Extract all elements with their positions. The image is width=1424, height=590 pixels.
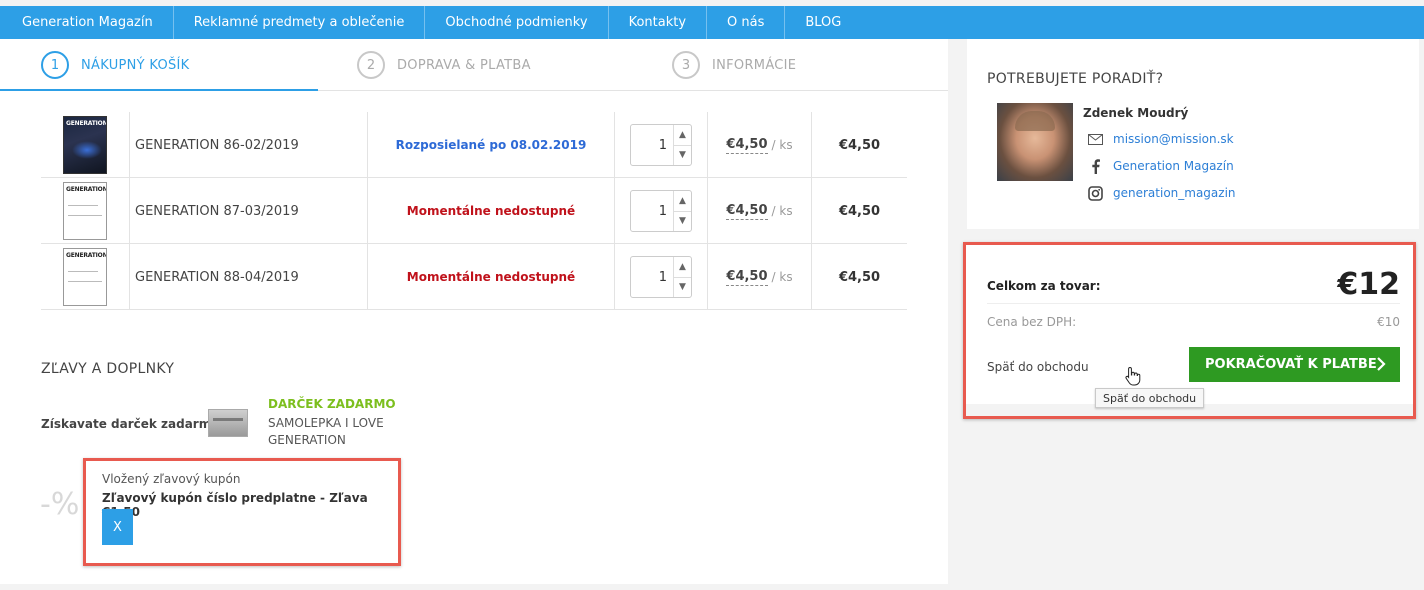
quantity-value[interactable]: 1 bbox=[631, 125, 673, 165]
step-number: 3 bbox=[672, 51, 700, 79]
mail-icon bbox=[1087, 131, 1103, 147]
contact-email[interactable]: mission@mission.sk bbox=[1087, 131, 1234, 147]
step-shipping[interactable]: 2 DOPRAVA & PLATBA bbox=[357, 51, 531, 79]
continue-to-payment-button[interactable]: POKRAČOVAŤ K PLATBE bbox=[1189, 347, 1400, 382]
product-name[interactable]: GENERATION 87-03/2019 bbox=[129, 178, 367, 244]
nav-item-kontakty[interactable]: Kontakty bbox=[609, 6, 708, 39]
step-information[interactable]: 3 INFORMÁCIE bbox=[672, 51, 796, 79]
unit-price-value: €4,50 bbox=[726, 202, 768, 220]
gift-sticker-image bbox=[208, 409, 248, 437]
unit-price: €4,50 / ks bbox=[707, 112, 811, 178]
chevron-up-icon[interactable]: ▲ bbox=[674, 257, 691, 278]
total-label: Celkom za tovar: bbox=[987, 279, 1101, 293]
advice-heading: POTREBUJETE PORADIŤ? bbox=[987, 71, 1164, 87]
product-name[interactable]: GENERATION 86-02/2019 bbox=[129, 112, 367, 178]
step-number: 2 bbox=[357, 51, 385, 79]
step-label: INFORMÁCIE bbox=[712, 57, 797, 73]
chevron-up-icon[interactable]: ▲ bbox=[674, 125, 691, 146]
instagram-icon bbox=[1087, 185, 1103, 201]
contact-facebook[interactable]: Generation Magazín bbox=[1087, 158, 1234, 174]
row-total: €4,50 bbox=[811, 112, 907, 178]
magazine-cover-image[interactable]: GENERATION bbox=[63, 248, 107, 306]
total-value: €12 bbox=[1337, 267, 1400, 302]
nav-item-obchodne-podmienky[interactable]: Obchodné podmienky bbox=[425, 6, 609, 39]
step-number: 1 bbox=[41, 51, 69, 79]
contact-name: Zdenek Moudrý bbox=[1083, 106, 1189, 120]
net-price-value: €10 bbox=[1377, 315, 1400, 329]
back-to-shop-link[interactable]: Späť do obchodu bbox=[987, 360, 1089, 374]
unit-price-value: €4,50 bbox=[726, 268, 768, 286]
contact-email-text[interactable]: mission@mission.sk bbox=[1113, 132, 1234, 146]
active-step-underline bbox=[0, 89, 318, 91]
availability-status: Momentálne nedostupné bbox=[367, 178, 614, 244]
quantity-stepper[interactable]: 1 ▲ ▼ bbox=[630, 256, 692, 298]
product-name[interactable]: GENERATION 88-04/2019 bbox=[129, 244, 367, 310]
cart-row-image: GENERATION bbox=[41, 112, 129, 178]
cart-row-quantity: 1 ▲ ▼ bbox=[614, 244, 707, 310]
contact-instagram[interactable]: generation_magazin bbox=[1087, 185, 1236, 201]
unit-price-unit: / ks bbox=[771, 138, 793, 152]
applied-coupon-box: Vložený zľavový kupón Zľavový kupón čísl… bbox=[83, 458, 401, 566]
gift-label: Získavate darček zadarmo: bbox=[41, 417, 225, 431]
facebook-icon bbox=[1087, 158, 1103, 174]
chevron-down-icon[interactable]: ▼ bbox=[674, 278, 691, 298]
contact-instagram-text[interactable]: generation_magazin bbox=[1113, 186, 1236, 200]
nav-item-reklamne-predmety[interactable]: Reklamné predmety a oblečenie bbox=[174, 6, 426, 39]
chevron-right-icon bbox=[1376, 356, 1386, 376]
cart-table: GENERATION GENERATION 86-02/2019 Rozposi… bbox=[41, 112, 907, 310]
quantity-stepper[interactable]: 1 ▲ ▼ bbox=[630, 124, 692, 166]
cart-row-image: GENERATION bbox=[41, 244, 129, 310]
advice-panel: POTREBUJETE PORADIŤ? Zdenek Moudrý missi… bbox=[967, 39, 1419, 229]
cart-row: GENERATION GENERATION 88-04/2019 Momentá… bbox=[41, 244, 907, 310]
gift-description: SAMOLEPKA I LOVE GENERATION bbox=[268, 416, 384, 447]
remove-coupon-button[interactable]: X bbox=[102, 509, 133, 545]
magazine-cover-image[interactable]: GENERATION bbox=[63, 116, 107, 174]
nav-item-generation-magazin[interactable]: Generation Magazín bbox=[0, 6, 174, 39]
nav-item-o-nas[interactable]: O nás bbox=[707, 6, 786, 39]
unit-price-value: €4,50 bbox=[726, 136, 768, 154]
checkout-steps: 1 NÁKUPNÝ KOŠÍK 2 DOPRAVA & PLATBA 3 INF… bbox=[0, 39, 948, 91]
chevron-down-icon[interactable]: ▼ bbox=[674, 212, 691, 232]
coupon-title: Vložený zľavový kupón bbox=[102, 472, 241, 486]
cart-row-quantity: 1 ▲ ▼ bbox=[614, 178, 707, 244]
unit-price-unit: / ks bbox=[771, 204, 793, 218]
continue-to-payment-label: POKRAČOVAŤ K PLATBE bbox=[1205, 357, 1377, 372]
chevron-up-icon[interactable]: ▲ bbox=[674, 191, 691, 212]
magazine-cover-image[interactable]: GENERATION bbox=[63, 182, 107, 240]
discounts-heading: ZĽAVY A DOPLNKY bbox=[41, 361, 175, 377]
tooltip: Späť do obchodu bbox=[1095, 388, 1205, 408]
quantity-value[interactable]: 1 bbox=[631, 257, 673, 297]
discount-percent-icon: -% bbox=[40, 487, 80, 522]
hand-cursor-icon bbox=[1124, 366, 1142, 390]
top-navigation: Generation Magazín Reklamné predmety a o… bbox=[0, 6, 1424, 39]
availability-status: Momentálne nedostupné bbox=[367, 244, 614, 310]
cart-row-quantity: 1 ▲ ▼ bbox=[614, 112, 707, 178]
quantity-stepper[interactable]: 1 ▲ ▼ bbox=[630, 190, 692, 232]
contact-facebook-text[interactable]: Generation Magazín bbox=[1113, 159, 1234, 173]
cart-row: GENERATION GENERATION 86-02/2019 Rozposi… bbox=[41, 112, 907, 178]
unit-price: €4,50 / ks bbox=[707, 178, 811, 244]
cart-row-image: GENERATION bbox=[41, 178, 129, 244]
summary-divider bbox=[987, 303, 1400, 304]
availability-status: Rozposielané po 08.02.2019 bbox=[367, 112, 614, 178]
avatar bbox=[997, 103, 1073, 181]
cart-row: GENERATION GENERATION 87-03/2019 Momentá… bbox=[41, 178, 907, 244]
quantity-value[interactable]: 1 bbox=[631, 191, 673, 231]
step-label: NÁKUPNÝ KOŠÍK bbox=[81, 57, 190, 73]
row-total: €4,50 bbox=[811, 244, 907, 310]
gift-tag: DARČEK ZADARMO bbox=[268, 397, 396, 411]
unit-price-unit: / ks bbox=[771, 270, 793, 284]
unit-price: €4,50 / ks bbox=[707, 244, 811, 310]
step-label: DOPRAVA & PLATBA bbox=[397, 57, 531, 73]
chevron-down-icon[interactable]: ▼ bbox=[674, 146, 691, 166]
step-cart[interactable]: 1 NÁKUPNÝ KOŠÍK bbox=[41, 51, 190, 79]
net-price-label: Cena bez DPH: bbox=[987, 315, 1077, 329]
cart-panel: 1 NÁKUPNÝ KOŠÍK 2 DOPRAVA & PLATBA 3 INF… bbox=[0, 39, 948, 584]
row-total: €4,50 bbox=[811, 178, 907, 244]
coupon-name: Zľavový kupón číslo predplatne - Zľava €… bbox=[102, 491, 368, 519]
nav-item-blog[interactable]: BLOG bbox=[785, 6, 861, 39]
